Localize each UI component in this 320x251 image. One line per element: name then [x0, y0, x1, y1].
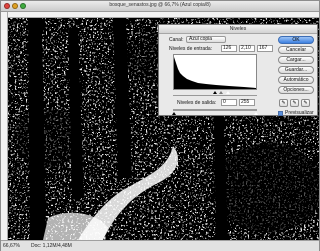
vertical-ruler[interactable] — [1, 12, 8, 240]
input-levels-label: Niveles de entrada: — [169, 46, 213, 52]
output-black-field[interactable]: 0 — [221, 99, 237, 106]
dialog-title: Niveles — [229, 26, 247, 32]
channel-label: Canal: — [169, 37, 184, 43]
input-slider-track — [173, 95, 257, 96]
auto-button[interactable]: Automático — [278, 76, 314, 84]
dialog-titlebar[interactable]: Niveles — [159, 25, 317, 34]
output-white-field[interactable]: 255 — [239, 99, 255, 106]
input-gamma-slider[interactable] — [219, 91, 223, 94]
input-gamma-field[interactable]: 2,10 — [239, 45, 255, 52]
output-black-slider[interactable] — [172, 112, 176, 115]
document-title: bosque_senastos.jpg @ 66,7% (Azul copia/… — [109, 2, 211, 8]
output-levels-label: Niveles de salida: — [177, 100, 217, 106]
save-button[interactable]: Guardar... — [278, 66, 314, 74]
preview-checkbox[interactable] — [278, 111, 283, 116]
channel-select[interactable]: Azul copia — [186, 36, 226, 43]
input-white-slider[interactable] — [226, 91, 230, 94]
histogram-graph — [174, 57, 256, 89]
input-black-field[interactable]: 126 — [221, 45, 237, 52]
zoom-level[interactable]: 66,67% — [3, 243, 20, 249]
ok-button[interactable]: OK — [278, 36, 314, 44]
document-size-info[interactable]: Doc: 1,12M/4,48M — [31, 243, 72, 249]
status-bar: 66,67% Doc: 1,12M/4,48M — [1, 240, 319, 251]
preview-label: Previsualizar — [285, 110, 314, 116]
histogram — [173, 54, 257, 90]
white-eyedropper-icon[interactable]: ✎ — [301, 99, 310, 107]
black-eyedropper-icon[interactable]: ✎ — [279, 99, 288, 107]
output-white-slider[interactable] — [254, 112, 258, 115]
input-black-slider[interactable] — [213, 91, 217, 94]
document-titlebar: bosque_senastos.jpg @ 66,7% (Azul copia/… — [1, 1, 319, 12]
options-button[interactable]: Opciones... — [278, 86, 314, 94]
levels-dialog: Niveles Canal: Azul copia Niveles de ent… — [158, 24, 318, 116]
gray-eyedropper-icon[interactable]: ✎ — [290, 99, 299, 107]
load-button[interactable]: Cargar... — [278, 56, 314, 64]
cancel-button[interactable]: Cancelar — [278, 46, 314, 54]
input-white-field[interactable]: 167 — [257, 45, 273, 52]
output-gradient-bar — [173, 109, 257, 111]
